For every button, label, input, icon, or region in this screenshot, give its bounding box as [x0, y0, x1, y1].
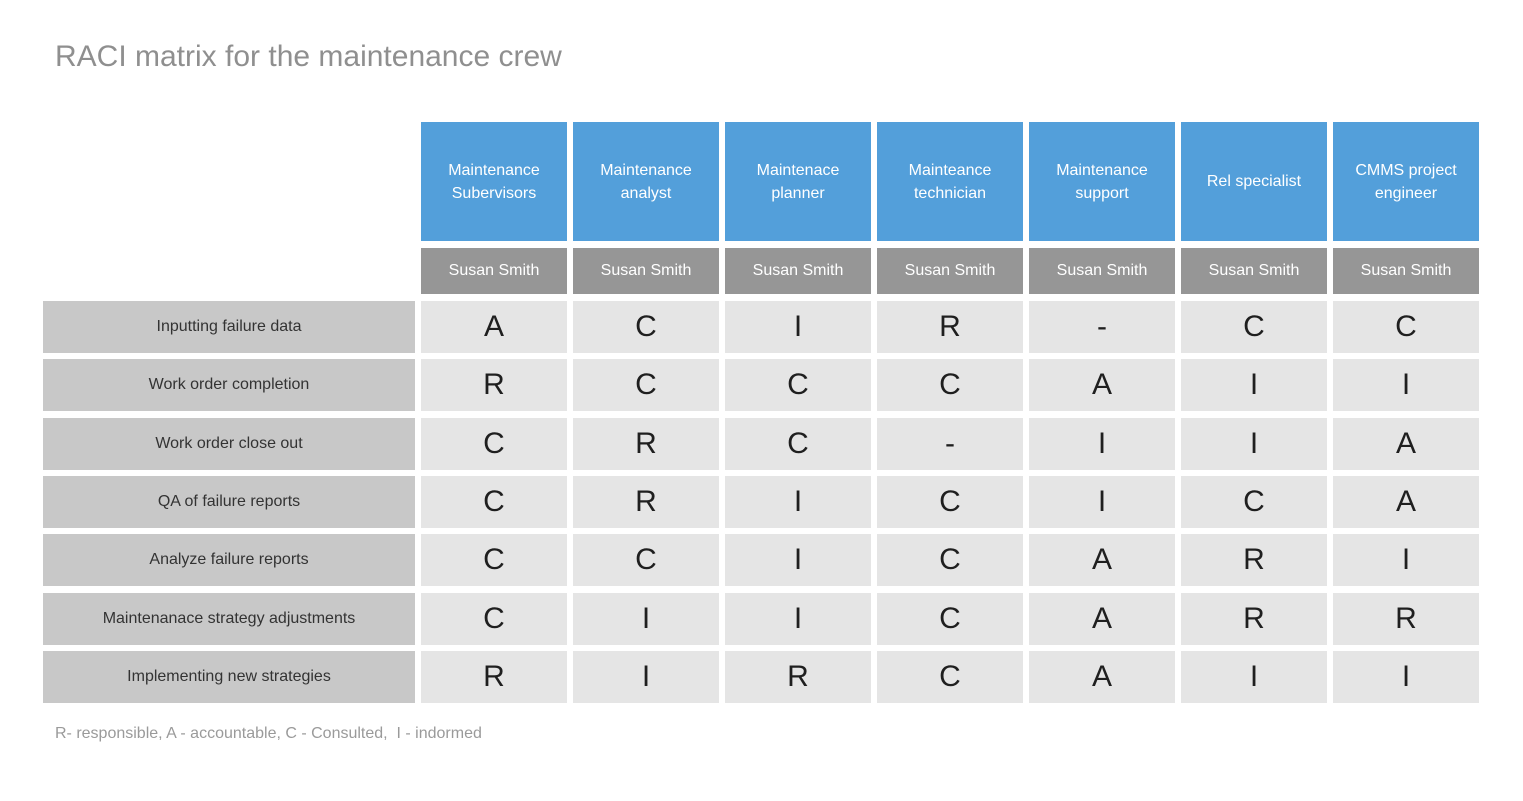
raci-cell: I [1181, 359, 1327, 411]
raci-cell: I [1181, 418, 1327, 470]
role-person: Susan Smith [725, 248, 871, 294]
raci-cell: C [1181, 476, 1327, 528]
raci-cell: R [877, 301, 1023, 353]
raci-cell: - [877, 418, 1023, 470]
raci-cell: A [1029, 651, 1175, 703]
raci-cell: R [421, 359, 567, 411]
raci-cell: A [1029, 593, 1175, 645]
raci-cell: A [1029, 359, 1175, 411]
task-label: Analyze failure reports [43, 534, 415, 586]
raci-cell: C [1181, 301, 1327, 353]
raci-cell: I [725, 534, 871, 586]
raci-cell: C [877, 593, 1023, 645]
task-label: QA of failure reports [43, 476, 415, 528]
raci-cell: C [877, 534, 1023, 586]
raci-cell: C [421, 476, 567, 528]
raci-cell: C [725, 359, 871, 411]
raci-cell: I [725, 593, 871, 645]
task-label: Implementing new strategies [43, 651, 415, 703]
page-title: RACI matrix for the maintenance crew [55, 40, 562, 73]
raci-cell: C [725, 418, 871, 470]
raci-cell: I [725, 301, 871, 353]
raci-cell: I [1029, 418, 1175, 470]
role-header: Maintenance Subervisors [421, 122, 567, 241]
raci-cell: I [1333, 534, 1479, 586]
raci-cell: I [573, 593, 719, 645]
raci-cell: A [1029, 534, 1175, 586]
raci-cell: R [573, 418, 719, 470]
role-person: Susan Smith [1333, 248, 1479, 294]
role-header: Maintenace planner [725, 122, 871, 241]
role-header: CMMS project engineer [1333, 122, 1479, 241]
task-label: Maintenanace strategy adjustments [43, 593, 415, 645]
raci-cell: A [1333, 418, 1479, 470]
task-label: Inputting failure data [43, 301, 415, 353]
task-label: Work order completion [43, 359, 415, 411]
role-person: Susan Smith [421, 248, 567, 294]
legend-text: R- responsible, A - accountable, C - Con… [55, 725, 482, 742]
raci-cell: I [725, 476, 871, 528]
raci-cell: I [1333, 651, 1479, 703]
raci-cell: I [573, 651, 719, 703]
raci-cell: A [1333, 476, 1479, 528]
raci-cell: - [1029, 301, 1175, 353]
raci-cell: C [573, 534, 719, 586]
raci-cell: C [877, 651, 1023, 703]
raci-cell: R [1181, 534, 1327, 586]
role-header: Rel specialist [1181, 122, 1327, 241]
role-person: Susan Smith [573, 248, 719, 294]
raci-cell: R [1181, 593, 1327, 645]
role-person: Susan Smith [877, 248, 1023, 294]
raci-cell: I [1333, 359, 1479, 411]
raci-cell: I [1029, 476, 1175, 528]
raci-cell: C [421, 418, 567, 470]
raci-cell: R [421, 651, 567, 703]
raci-cell: A [421, 301, 567, 353]
role-header: Mainteance technician [877, 122, 1023, 241]
raci-cell: C [573, 301, 719, 353]
raci-cell: R [725, 651, 871, 703]
raci-cell: C [421, 534, 567, 586]
role-header: Maintenance analyst [573, 122, 719, 241]
role-person: Susan Smith [1181, 248, 1327, 294]
raci-cell: C [421, 593, 567, 645]
task-label: Work order close out [43, 418, 415, 470]
raci-cell: R [1333, 593, 1479, 645]
raci-cell: C [877, 476, 1023, 528]
raci-cell: C [877, 359, 1023, 411]
role-person: Susan Smith [1029, 248, 1175, 294]
raci-cell: I [1181, 651, 1327, 703]
raci-cell: C [573, 359, 719, 411]
raci-cell: C [1333, 301, 1479, 353]
role-header: Maintenance support [1029, 122, 1175, 241]
raci-cell: R [573, 476, 719, 528]
